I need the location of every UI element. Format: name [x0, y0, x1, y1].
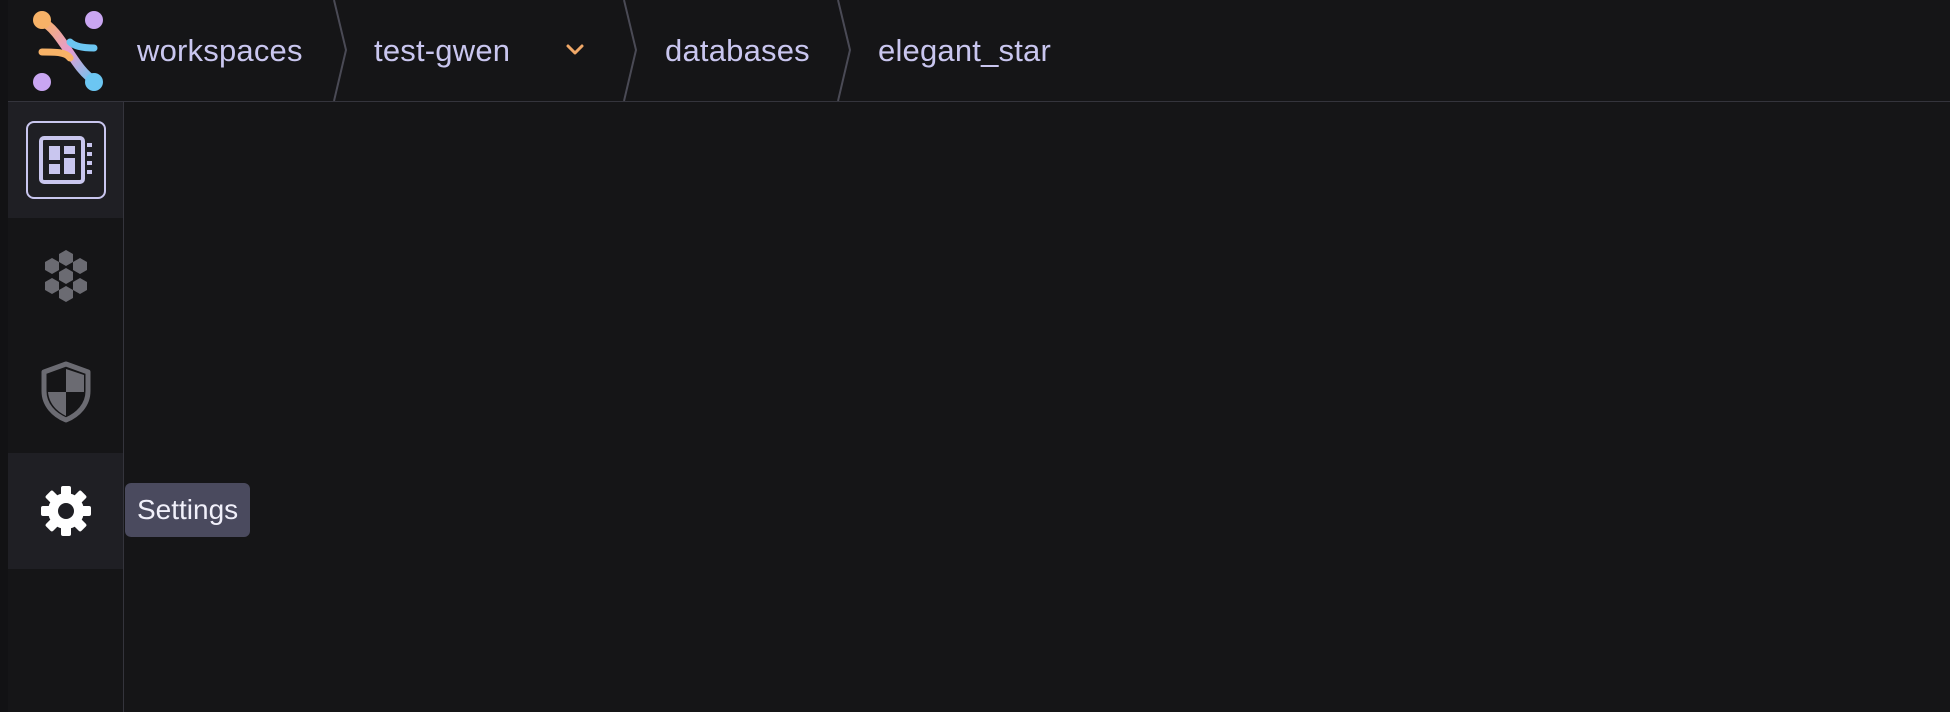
hexagon-cluster-icon [44, 250, 87, 302]
sidebar [8, 102, 124, 712]
breadcrumb-separator-icon [837, 0, 852, 101]
top-bar: workspaces test-gwen databases elegant_s… [8, 0, 1950, 102]
breadcrumb-label: elegant_star [878, 32, 1052, 68]
app-window: workspaces test-gwen databases elegant_s… [0, 0, 1950, 712]
breadcrumb-separator-icon [623, 0, 638, 101]
gear-icon [40, 486, 91, 536]
breadcrumb-separator-icon [333, 0, 348, 101]
breadcrumb-label: workspaces [137, 32, 303, 68]
breadcrumb-workspaces[interactable]: workspaces [137, 0, 303, 101]
sidebar-item-clusters[interactable] [8, 218, 123, 334]
sidebar-item-dashboard[interactable] [8, 102, 123, 218]
breadcrumb-databases[interactable]: databases [665, 0, 810, 101]
logo-icon[interactable] [30, 8, 106, 94]
shield-icon [41, 361, 90, 423]
chevron-down-icon[interactable] [563, 38, 587, 62]
breadcrumb-current-database[interactable]: elegant_star [878, 0, 1051, 101]
sidebar-item-security[interactable] [8, 334, 123, 450]
dashboard-icon [38, 136, 92, 184]
breadcrumb-label: databases [665, 32, 810, 68]
breadcrumb-workspace-select[interactable]: test-gwen [374, 0, 510, 101]
main-content [124, 102, 1950, 712]
settings-tooltip: Settings [125, 483, 251, 537]
active-indicator [25, 121, 106, 199]
breadcrumb-label: test-gwen [374, 32, 511, 68]
sidebar-item-settings[interactable] [8, 453, 123, 569]
